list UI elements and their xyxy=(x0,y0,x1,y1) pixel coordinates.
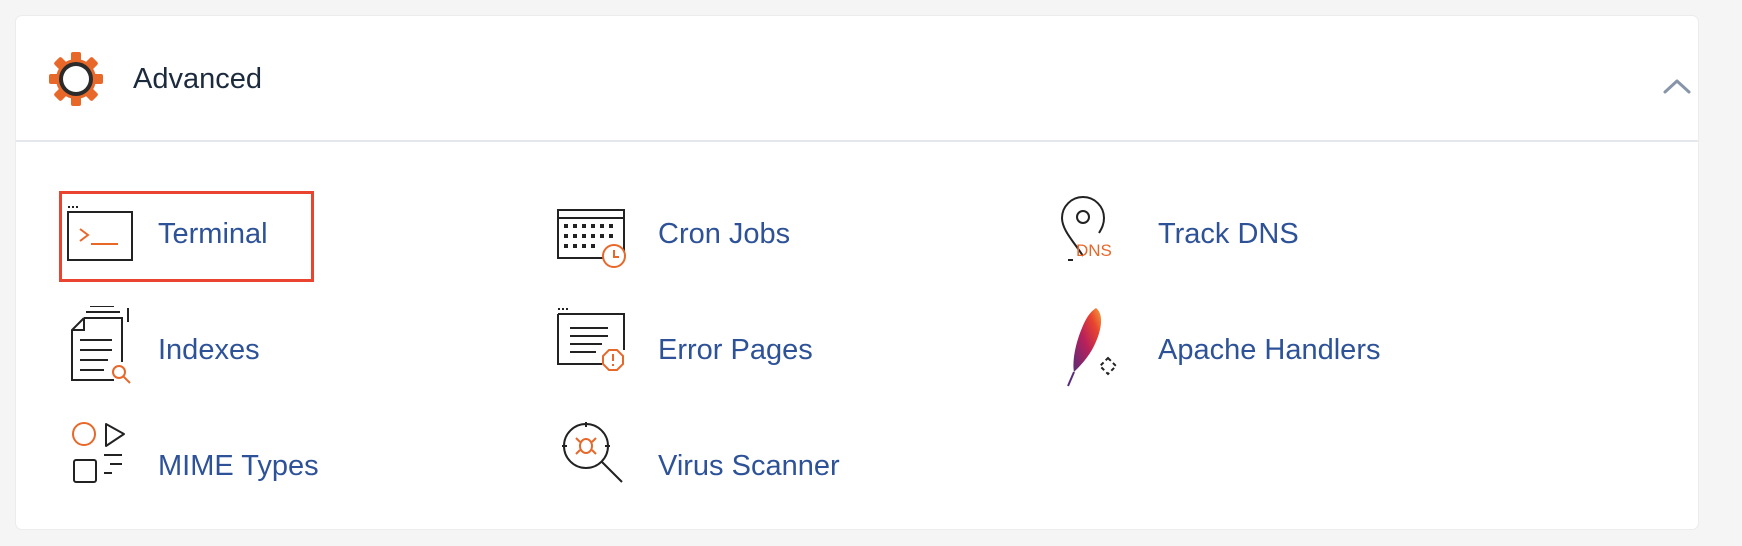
tool-label[interactable]: Apache Handlers xyxy=(1158,332,1380,368)
tool-label[interactable]: Virus Scanner xyxy=(658,448,840,484)
terminal-highlight-box xyxy=(59,191,314,282)
section-title: Advanced xyxy=(133,63,262,95)
tool-label[interactable]: Track DNS xyxy=(1158,216,1299,252)
advanced-section-header[interactable]: Advanced xyxy=(16,16,1698,142)
map-pin-dns-icon: DNS xyxy=(1060,196,1112,261)
shapes-icon xyxy=(72,422,125,483)
tool-label[interactable]: Error Pages xyxy=(658,332,813,368)
tool-label[interactable]: MIME Types xyxy=(158,448,319,484)
tool-label[interactable]: Cron Jobs xyxy=(658,216,790,252)
advanced-section-panel: Advanced Terminal Cron Jobs DNS Track DN… xyxy=(16,16,1698,529)
tool-label[interactable]: Indexes xyxy=(158,332,260,368)
chevron-up-icon[interactable] xyxy=(1662,76,1692,96)
virus-magnifier-icon xyxy=(562,422,623,483)
gear-icon xyxy=(49,52,103,106)
cron-calendar-icon xyxy=(557,209,626,268)
document-search-icon xyxy=(71,306,131,384)
dns-icon-text: DNS xyxy=(1076,241,1112,260)
apache-feather-icon xyxy=(1067,308,1118,387)
error-page-icon xyxy=(557,308,625,371)
